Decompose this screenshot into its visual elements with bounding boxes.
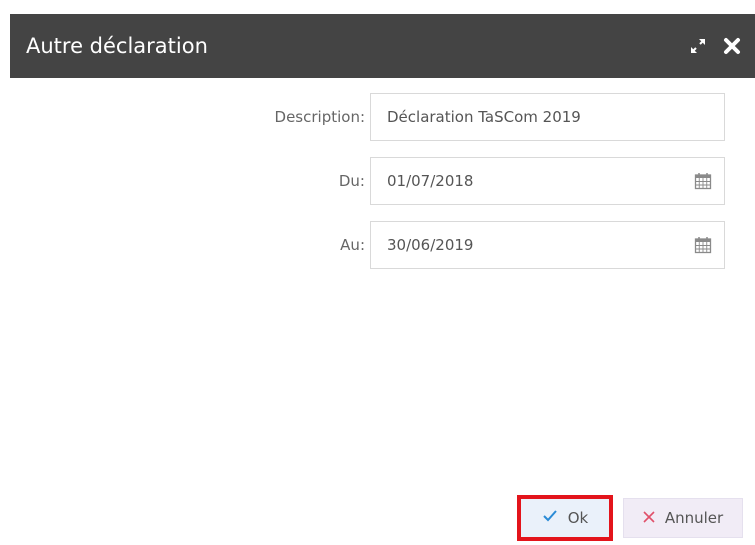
au-label: Au:	[340, 236, 365, 254]
close-icon[interactable]	[721, 35, 743, 57]
ok-button[interactable]: Ok	[517, 495, 613, 541]
dialog: Autre déclaration Description: Du:	[10, 14, 755, 545]
calendar-icon[interactable]	[692, 170, 714, 192]
x-icon	[643, 509, 655, 527]
au-row: Au:	[10, 221, 755, 269]
du-date-input[interactable]	[371, 158, 692, 204]
du-row: Du:	[10, 157, 755, 205]
description-row: Description:	[10, 93, 755, 141]
calendar-icon[interactable]	[692, 234, 714, 256]
expand-icon[interactable]	[687, 35, 709, 57]
cancel-button[interactable]: Annuler	[623, 498, 743, 538]
description-input[interactable]	[371, 94, 724, 140]
dialog-titlebar: Autre déclaration	[10, 14, 755, 78]
au-field	[370, 221, 725, 269]
du-label: Du:	[338, 172, 365, 190]
cancel-label: Annuler	[664, 509, 724, 527]
ok-label: Ok	[567, 509, 589, 527]
description-label: Description:	[274, 108, 365, 126]
description-field	[370, 93, 725, 141]
check-icon	[542, 509, 558, 527]
au-date-input[interactable]	[371, 222, 692, 268]
dialog-title: Autre déclaration	[26, 34, 208, 58]
du-field	[370, 157, 725, 205]
